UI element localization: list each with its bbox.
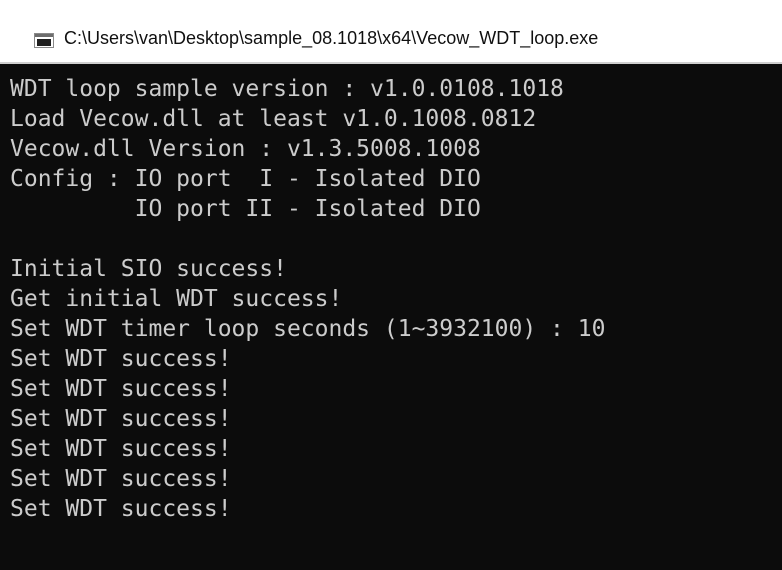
console-line: Set WDT success! — [10, 346, 232, 372]
console-line: Config : IO port I - Isolated DIO — [10, 166, 481, 192]
icon-titlebar-strip — [35, 34, 53, 37]
console-line: Initial SIO success! — [10, 256, 287, 282]
window-title: C:\Users\van\Desktop\sample_08.1018\x64\… — [64, 28, 599, 48]
console-line: Set WDT success! — [10, 376, 232, 402]
console-window-icon[interactable] — [34, 33, 54, 48]
title-bar[interactable]: C:\Users\van\Desktop\sample_08.1018\x64\… — [0, 0, 782, 64]
icon-screen-area — [37, 39, 51, 46]
console-line: Get initial WDT success! — [10, 286, 343, 312]
console-line: Set WDT timer loop seconds (1~3932100) :… — [10, 316, 606, 342]
console-lines: WDT loop sample version : v1.0.0108.1018… — [10, 74, 605, 524]
console-line: Load Vecow.dll at least v1.0.1008.0812 — [10, 106, 537, 132]
console-window[interactable]: C:\Users\van\Desktop\sample_08.1018\x64\… — [0, 0, 782, 570]
console-line: Set WDT success! — [10, 496, 232, 522]
console-line: Set WDT success! — [10, 466, 232, 492]
console-line: IO port II - Isolated DIO — [10, 196, 481, 222]
console-output-area[interactable]: WDT loop sample version : v1.0.0108.1018… — [0, 64, 782, 570]
console-line: Set WDT success! — [10, 436, 232, 462]
console-line: WDT loop sample version : v1.0.0108.1018 — [10, 76, 564, 102]
console-line: Vecow.dll Version : v1.3.5008.1008 — [10, 136, 481, 162]
console-line: Set WDT success! — [10, 406, 232, 432]
